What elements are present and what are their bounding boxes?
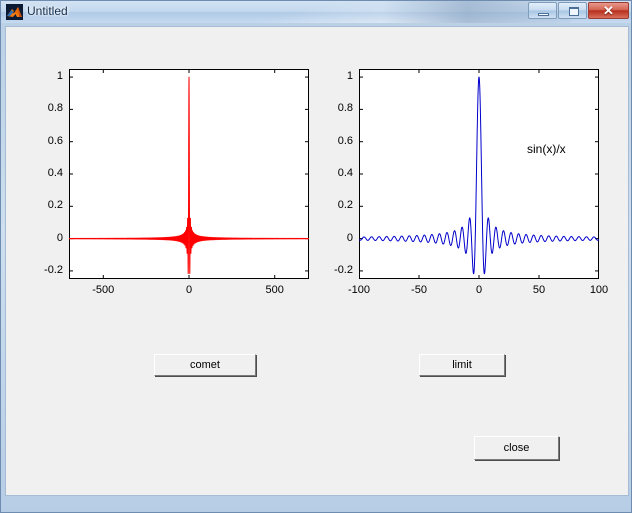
figure-client-area: comet limit close -500 0 500 -0.2 0 0.2 0.4 0.6… — [5, 26, 629, 496]
left-plot-canvas — [69, 69, 309, 279]
y-tick-label: -0.2 — [334, 263, 353, 276]
maximize-button[interactable] — [558, 2, 587, 19]
comet-button-label: comet — [190, 358, 220, 371]
matlab-membrane-icon — [6, 4, 23, 20]
x-tick-label: -100 — [347, 284, 371, 296]
right-plot-canvas — [359, 69, 599, 279]
y-tick-label: 1 — [346, 70, 353, 83]
left-plot-axes[interactable] — [69, 69, 309, 279]
plot-annotation: sin(x)/x — [527, 141, 566, 156]
x-tick-label: -500 — [92, 284, 115, 296]
close-button-label: close — [503, 441, 530, 454]
x-tick-label: 100 — [589, 284, 609, 296]
y-tick-label: 0.4 — [337, 167, 353, 179]
application-window: Untitled ✕ comet limit close -500 0 500 … — [0, 0, 632, 513]
limit-button[interactable]: limit — [419, 354, 505, 376]
minimize-button[interactable] — [528, 2, 557, 19]
title-bar[interactable]: Untitled ✕ — [1, 1, 631, 23]
y-tick-label: 1 — [56, 70, 63, 83]
sinc-curve — [359, 76, 599, 275]
y-tick-label: -0.2 — [44, 263, 63, 276]
y-tick-label: 0 — [56, 231, 63, 244]
y-tick-label: 0.4 — [47, 167, 63, 179]
y-tick-label: 0 — [346, 231, 353, 244]
y-tick-label: 0.2 — [337, 199, 353, 212]
x-tick-label: 500 — [265, 284, 284, 296]
limit-button-label: limit — [452, 358, 472, 371]
y-tick-label: 0.6 — [337, 134, 353, 147]
right-plot-axes[interactable] — [359, 69, 599, 279]
y-tick-label: 0.2 — [47, 199, 63, 212]
close-button[interactable]: close — [474, 436, 559, 460]
x-tick-label: 0 — [475, 284, 483, 296]
maximize-icon — [569, 7, 579, 16]
close-window-button[interactable]: ✕ — [588, 2, 629, 19]
x-tick-label: 0 — [185, 284, 193, 296]
comet-button[interactable]: comet — [154, 354, 256, 376]
x-tick-label: -50 — [411, 284, 427, 296]
window-title: Untitled — [27, 4, 68, 18]
close-icon: ✕ — [603, 3, 614, 18]
y-tick-label: 0.8 — [337, 102, 353, 115]
minimize-icon — [538, 13, 549, 16]
sinc-curve — [69, 76, 309, 275]
y-tick-label: 0.6 — [47, 134, 63, 147]
x-tick-label: 50 — [532, 284, 546, 296]
y-tick-label: 0.8 — [47, 102, 63, 115]
